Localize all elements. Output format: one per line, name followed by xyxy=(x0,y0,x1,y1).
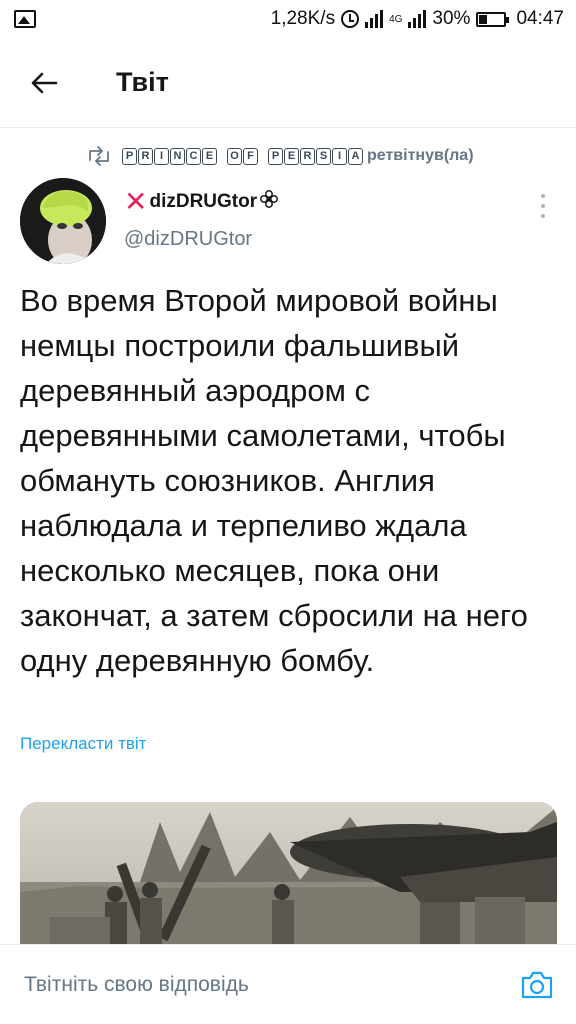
retweeter-name-letter: F xyxy=(243,147,258,165)
tweet-text: Во время Второй мировой войны немцы пост… xyxy=(20,283,528,678)
status-bar: 1,28K/s 4G 30% 04:47 xyxy=(0,0,576,38)
network-type: 4G xyxy=(389,13,403,25)
clock: 04:47 xyxy=(516,8,564,29)
red-x-icon: ✕ xyxy=(124,186,148,217)
dot-icon xyxy=(541,204,545,208)
alarm-icon xyxy=(341,10,360,28)
retweeter-name-letter: R xyxy=(138,147,153,165)
top-app-bar: Твіт xyxy=(0,38,576,128)
image-notification-icon xyxy=(14,10,36,28)
more-options-button[interactable] xyxy=(533,192,553,220)
retweeted-label: ретвітнув(ла) xyxy=(367,147,474,164)
reply-composer-bar: Твітніть свою відповідь xyxy=(0,944,576,1024)
retweeter-name-letter: E xyxy=(284,147,299,165)
translate-tweet-link[interactable]: Перекласти твіт xyxy=(20,734,146,754)
retweeter-name-letter: O xyxy=(227,147,242,165)
author-handle[interactable]: @dizDRUGtor xyxy=(124,228,252,251)
signal-icon xyxy=(365,10,384,28)
arrow-left-icon xyxy=(31,72,58,93)
retweeter-name-letter: I xyxy=(154,147,169,165)
retweeter-name[interactable]: PRINCEOFPERSIA xyxy=(122,147,363,165)
retweeter-name-letter: P xyxy=(268,147,283,165)
battery-percent: 30% xyxy=(432,8,471,29)
dot-icon xyxy=(541,194,545,198)
battery-icon xyxy=(476,11,510,27)
camera-icon xyxy=(521,971,553,999)
flower-icon xyxy=(259,189,279,215)
author-name[interactable]: ✕ dizDRUGtor xyxy=(124,188,279,216)
retweeter-name-letter: I xyxy=(332,147,347,165)
photo-image xyxy=(20,802,557,944)
retweeter-name-letter: E xyxy=(202,147,217,165)
reply-input[interactable]: Твітніть свою відповідь xyxy=(24,973,249,997)
retweeter-name-letter: N xyxy=(170,147,185,165)
avatar[interactable] xyxy=(20,178,106,264)
retweeter-name-letter: P xyxy=(122,147,137,165)
dot-icon xyxy=(541,214,545,218)
page-title: Твіт xyxy=(116,67,169,97)
retweeter-name-letter: A xyxy=(348,147,363,165)
signal-icon-2 xyxy=(408,10,427,28)
retweeter-name-letter xyxy=(259,148,267,165)
author-display-name: dizDRUGtor xyxy=(149,191,258,212)
retweeter-name-letter: C xyxy=(186,147,201,165)
retweeter-name-letter xyxy=(218,148,226,165)
retweeted-by-line[interactable]: PRINCEOFPERSIA ретвітнув(ла) xyxy=(86,142,566,170)
retweeter-name-letter: R xyxy=(300,147,315,165)
back-button[interactable] xyxy=(14,53,74,113)
network-speed: 1,28K/s xyxy=(270,8,336,29)
retweet-icon xyxy=(89,146,109,166)
avatar-image xyxy=(20,178,106,264)
tweet-photo[interactable] xyxy=(20,802,557,944)
camera-button[interactable] xyxy=(519,969,555,1001)
retweeter-name-letter: S xyxy=(316,147,331,165)
